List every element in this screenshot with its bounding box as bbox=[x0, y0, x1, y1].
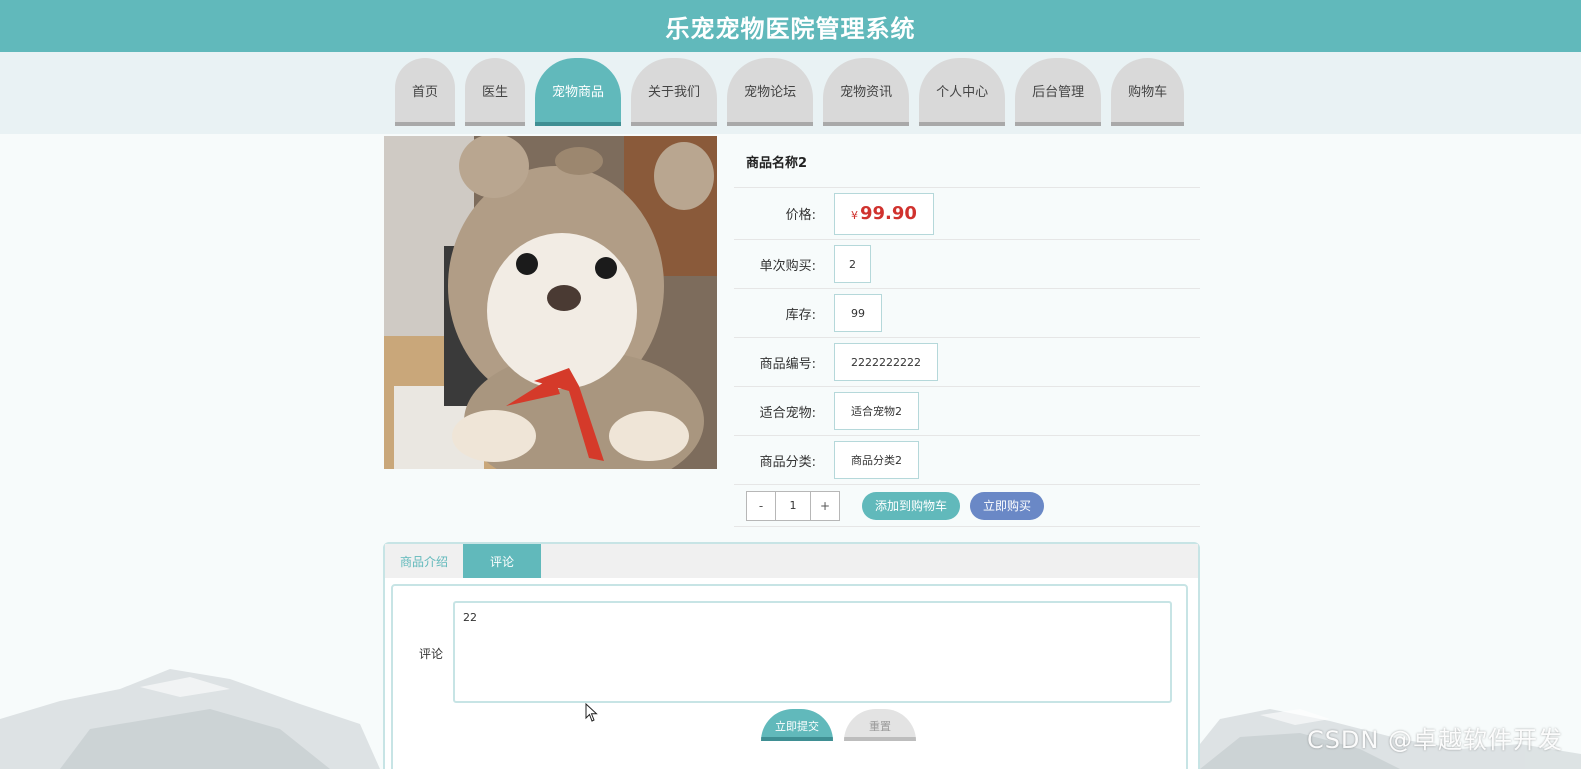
single-buy-label: 单次购买: bbox=[759, 258, 816, 274]
nav-item-pet-products[interactable]: 宠物商品 bbox=[535, 58, 622, 126]
comment-textarea[interactable]: 22 bbox=[453, 601, 1172, 703]
product-code-row: 商品编号: 2222222222 bbox=[734, 338, 1200, 387]
product-info: 商品名称2 价格: ¥ 99.90 单次购买: 2 库存: 99 商品编号: 2… bbox=[734, 136, 1200, 527]
tab-product-intro[interactable]: 商品介绍 bbox=[385, 544, 463, 578]
product-code-value: 2222222222 bbox=[834, 343, 938, 381]
decrease-quantity-button[interactable]: - bbox=[747, 491, 775, 520]
category-row: 商品分类: 商品分类2 bbox=[734, 436, 1200, 485]
nav-item-news[interactable]: 宠物资讯 bbox=[823, 58, 910, 126]
category-label: 商品分类: bbox=[759, 454, 816, 470]
increase-quantity-button[interactable]: + bbox=[811, 491, 839, 520]
quantity-input[interactable]: 1 bbox=[775, 491, 811, 520]
price-value-box: ¥ 99.90 bbox=[834, 192, 934, 235]
tab-comments[interactable]: 评论 bbox=[463, 544, 541, 578]
price-amount: 99.90 bbox=[860, 203, 917, 224]
watermark: CSDN @卓越软件开发 bbox=[1306, 726, 1563, 754]
buy-now-button[interactable]: 立即购买 bbox=[970, 491, 1045, 520]
reset-button[interactable]: 重置 bbox=[844, 709, 916, 741]
comment-label: 评论 bbox=[419, 647, 444, 661]
nav-item-forum[interactable]: 宠物论坛 bbox=[727, 58, 814, 126]
price-currency: ¥ bbox=[851, 209, 858, 222]
single-buy-row: 单次购买: 2 bbox=[734, 240, 1200, 289]
tab-bar: 商品介绍 评论 bbox=[385, 544, 1198, 578]
stock-label: 库存: bbox=[785, 307, 816, 323]
comment-form: 评论 22 立即提交 重置 bbox=[391, 584, 1188, 769]
single-buy-value: 2 bbox=[834, 245, 871, 283]
nav-item-about[interactable]: 关于我们 bbox=[631, 58, 718, 126]
product-image bbox=[384, 136, 717, 469]
add-to-cart-button[interactable]: 添加到购物车 bbox=[862, 491, 961, 520]
nav-item-cart[interactable]: 购物车 bbox=[1111, 58, 1185, 126]
mouse-pointer-icon bbox=[585, 703, 598, 722]
dog-in-bear-hoodie-photo bbox=[384, 136, 717, 469]
stock-value: 99 bbox=[834, 294, 882, 332]
product-name: 商品名称2 bbox=[734, 136, 1200, 188]
nav-item-home[interactable]: 首页 bbox=[395, 58, 456, 126]
suitable-pet-label: 适合宠物: bbox=[759, 405, 816, 421]
price-row: 价格: ¥ 99.90 bbox=[734, 188, 1200, 240]
main-nav: 首页 医生 宠物商品 关于我们 宠物论坛 宠物资讯 个人中心 后台管理 购物车 bbox=[395, 58, 1185, 126]
nav-item-profile[interactable]: 个人中心 bbox=[919, 58, 1006, 126]
nav-item-admin[interactable]: 后台管理 bbox=[1015, 58, 1102, 126]
category-value: 商品分类2 bbox=[834, 441, 919, 479]
quantity-stepper: - 1 + bbox=[746, 490, 840, 521]
price-label: 价格: bbox=[785, 208, 816, 223]
site-title: 乐宠宠物医院管理系统 bbox=[665, 14, 916, 43]
suitable-pet-value: 适合宠物2 bbox=[834, 392, 919, 430]
purchase-row: - 1 + 添加到购物车 立即购买 bbox=[734, 485, 1200, 527]
product-tabs-panel: 商品介绍 评论 评论 22 立即提交 重置 bbox=[383, 542, 1200, 769]
submit-button[interactable]: 立即提交 bbox=[761, 709, 833, 741]
product-code-label: 商品编号: bbox=[759, 356, 816, 372]
nav-item-doctors[interactable]: 医生 bbox=[465, 58, 526, 126]
site-header: 乐宠宠物医院管理系统 bbox=[0, 0, 1581, 52]
suitable-pet-row: 适合宠物: 适合宠物2 bbox=[734, 387, 1200, 436]
stock-row: 库存: 99 bbox=[734, 289, 1200, 338]
